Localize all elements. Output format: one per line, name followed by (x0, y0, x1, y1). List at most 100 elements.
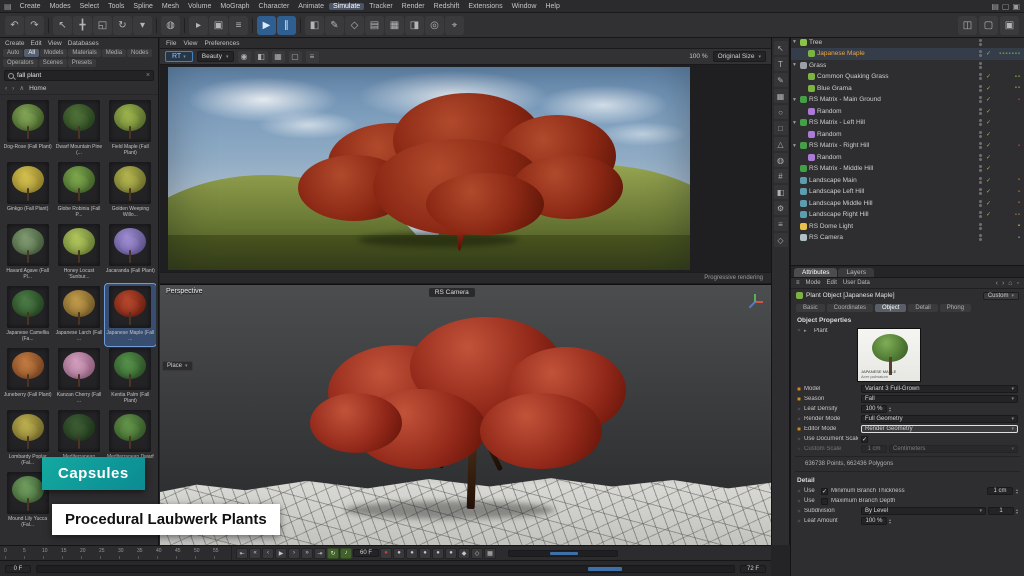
last-tool-icon[interactable]: ▾ (133, 16, 152, 35)
object-name[interactable]: Blue Grama (817, 85, 852, 92)
tag-strip[interactable]: ▪ (995, 143, 1021, 149)
asset-filter-tab[interactable]: All (24, 49, 39, 57)
app-menu-icon[interactable]: ▤ (4, 2, 12, 11)
anim-dot[interactable] (797, 387, 801, 391)
expand-arrow[interactable]: ▼ (791, 39, 798, 45)
grid-icon[interactable]: # (774, 169, 788, 183)
object-row[interactable]: Landscape Right Hill ✓ ▪▪ (791, 209, 1024, 221)
camera-label[interactable]: RS Camera (429, 288, 475, 297)
plant-asset[interactable]: Juneberry (Fall Plant) (2, 346, 53, 408)
separator[interactable] (184, 18, 185, 33)
attribute-section-tab[interactable]: Phong (940, 304, 971, 312)
prev-frame-icon[interactable]: ‹ (262, 548, 274, 559)
autokey-icon[interactable]: ◆ (458, 548, 470, 559)
object-row[interactable]: ▼ RS Matrix - Left Hill ✓ (791, 117, 1024, 129)
extrude-icon[interactable]: ▤ (365, 16, 384, 35)
render-view-icon[interactable]: ▸ (189, 16, 208, 35)
anim-dot[interactable] (797, 437, 801, 441)
sphere-icon[interactable]: ○ (774, 105, 788, 119)
key-position-icon[interactable]: ● (393, 548, 405, 559)
visibility-dots[interactable] (979, 50, 982, 57)
object-row[interactable]: ▼ Tree ✓ (791, 37, 1024, 49)
object-name[interactable]: RS Matrix - Right Hill (809, 142, 869, 149)
simulate-play-icon[interactable]: ▶ (257, 16, 276, 35)
undo-icon[interactable]: ↶ (5, 16, 24, 35)
object-row[interactable]: Common Quaking Grass ✓ ▪▪ (791, 71, 1024, 83)
pen-tool-icon[interactable]: ✎ (774, 73, 788, 87)
lock-icon[interactable]: ◦ (1017, 280, 1019, 287)
breadcrumb[interactable]: Home (29, 85, 46, 92)
visibility-dots[interactable] (979, 73, 982, 80)
region-icon[interactable]: ▢ (289, 51, 302, 63)
plant-preview[interactable]: JAPANESE MAPLE Acer palmatum (857, 328, 921, 382)
menu-item[interactable]: Mesh (158, 3, 183, 10)
plant-asset[interactable]: Japanese Larch (Fall ... (53, 284, 104, 346)
simulate-pause-icon[interactable]: ∥ (277, 16, 296, 35)
leaf-amount-field[interactable]: 100 % (861, 517, 887, 525)
editor-mode-dropdown[interactable]: Render Geometry ▾ (861, 425, 1018, 433)
layout-standard-icon[interactable]: ◫ (958, 16, 977, 35)
plant-asset[interactable]: Japanese Maple (Fall ... (105, 284, 156, 346)
next-frame-icon[interactable]: › (288, 548, 300, 559)
axis-gizmo[interactable] (747, 293, 763, 309)
frame-range-track[interactable] (36, 565, 735, 573)
playhead-segment[interactable] (588, 567, 623, 571)
tag-strip[interactable]: ▪ (995, 223, 1021, 229)
asset-filter-tab[interactable]: Materials (68, 49, 100, 57)
tag-strip[interactable]: ▪▪ (995, 212, 1021, 218)
tag-strip[interactable]: ▪ (995, 189, 1021, 195)
anim-dot[interactable] (797, 509, 801, 513)
anim-dot[interactable] (797, 397, 801, 401)
play-icon[interactable]: ▶ (275, 548, 287, 559)
attribute-section-tab[interactable]: Detail (908, 304, 937, 312)
anim-dot[interactable] (797, 489, 801, 493)
object-name[interactable]: Common Quaking Grass (817, 73, 889, 80)
visibility-dots[interactable] (979, 188, 982, 195)
enable-check-icon[interactable]: ✓ (984, 108, 993, 115)
plant-asset[interactable]: Ginkgo (Fall Plant) (2, 160, 53, 222)
asset-filter-tab[interactable]: Auto (3, 49, 23, 57)
object-name[interactable]: RS Matrix - Left Hill (809, 119, 865, 126)
aov-icon[interactable]: ≡ (306, 51, 319, 63)
material-icon[interactable]: ◍ (774, 153, 788, 167)
prev-key-icon[interactable]: « (249, 548, 261, 559)
asset-category-tab[interactable]: Operators (3, 59, 38, 67)
tag-strip[interactable]: ▪ (995, 97, 1021, 103)
anim-dot[interactable] (797, 427, 801, 431)
spline-icon[interactable]: ◇ (345, 16, 364, 35)
panel-tab[interactable]: Attributes (794, 268, 837, 277)
asset-menu-item[interactable]: View (48, 40, 62, 47)
scale-tool-icon[interactable]: ◱ (93, 16, 112, 35)
stepper-arrows-icon[interactable]: ▴▾ (889, 518, 891, 524)
enable-check-icon[interactable]: ✓ (984, 200, 993, 207)
anim-dot[interactable] (797, 417, 801, 421)
attribute-menu-item[interactable]: User Data (843, 280, 870, 286)
object-name[interactable]: Japanese Maple (817, 50, 865, 57)
key-pla-icon[interactable]: ● (445, 548, 457, 559)
visibility-dots[interactable] (979, 39, 982, 46)
timeline-ruler[interactable]: 0 5 10 15 20 25 30 35 40 45 50 55 (0, 546, 232, 560)
field-icon[interactable]: ◎ (425, 16, 444, 35)
zoom-size-dropdown[interactable]: Original Size ▾ (713, 51, 766, 62)
anim-dot[interactable] (797, 328, 801, 332)
stepper-arrows-icon[interactable]: ▴▾ (1016, 508, 1018, 514)
goto-start-icon[interactable]: ⇤ (236, 548, 248, 559)
model-dropdown[interactable]: Variant 3 Full-Grown ▾ (861, 385, 1018, 393)
plant-asset[interactable]: Japanese Camellia (Fa... (2, 284, 53, 346)
viewport-label[interactable]: Perspective (166, 288, 203, 295)
asset-category-tab[interactable]: Scenes (39, 59, 67, 67)
layout-render-icon[interactable]: ▣ (1000, 16, 1019, 35)
use-document-scale-checkbox[interactable]: ✓ (861, 436, 868, 443)
snapshot-icon[interactable]: ◉ (238, 51, 251, 63)
render-picture-icon[interactable]: ▣ (209, 16, 228, 35)
loop-icon[interactable]: ↻ (327, 548, 339, 559)
panel-menu-icon[interactable]: ≡ (796, 280, 800, 286)
object-name[interactable]: Landscape Middle Hill (809, 200, 873, 207)
window-icon[interactable]: ▢ (1002, 2, 1010, 11)
pyramid-icon[interactable]: △ (774, 137, 788, 151)
select-tool-icon[interactable]: ↖ (53, 16, 72, 35)
plant-asset[interactable]: Kanzan Cherry (Fall ... (53, 346, 104, 408)
plant-asset[interactable]: Jacaranda (Fall Plant) (105, 222, 156, 284)
axis-center-icon[interactable]: ⌖ (445, 16, 464, 35)
enable-check-icon[interactable]: ✓ (984, 119, 993, 126)
